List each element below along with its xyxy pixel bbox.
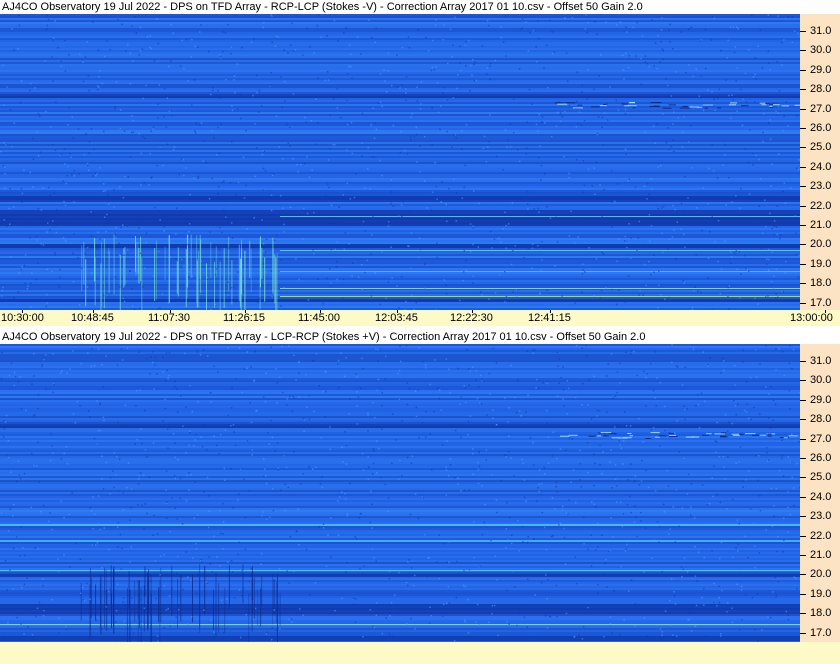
frequency-tick bbox=[800, 283, 806, 285]
frequency-tick bbox=[800, 147, 806, 149]
frequency-tick bbox=[800, 89, 806, 91]
frequency-tick bbox=[800, 458, 806, 459]
frequency-label: 22.0 bbox=[810, 199, 832, 212]
frequency-tick bbox=[800, 632, 806, 634]
spectrogram-texture bbox=[0, 344, 800, 642]
time-label: 12:03:45 bbox=[375, 312, 418, 324]
time-axis bbox=[0, 642, 840, 664]
frequency-tick bbox=[800, 477, 806, 479]
frequency-label: 17.0 bbox=[810, 626, 832, 639]
frequency-label: 28.0 bbox=[810, 413, 832, 426]
time-label: 11:45:00 bbox=[298, 312, 341, 324]
frequency-label: 30.0 bbox=[810, 44, 832, 57]
frequency-tick bbox=[800, 31, 806, 32]
spectrogram-image[interactable] bbox=[0, 344, 800, 642]
frequency-tick bbox=[800, 302, 806, 304]
frequency-tick bbox=[800, 574, 806, 576]
panel-title: AJ4CO Observatory 19 Jul 2022 - DPS on T… bbox=[0, 330, 840, 344]
frequency-tick bbox=[800, 496, 806, 498]
frequency-label: 20.0 bbox=[810, 568, 832, 581]
frequency-tick bbox=[800, 225, 806, 226]
frequency-label: 21.0 bbox=[810, 549, 832, 561]
frequency-label: 25.0 bbox=[810, 141, 832, 154]
frequency-tick bbox=[800, 419, 806, 421]
frequency-tick bbox=[800, 555, 806, 556]
panel-title: AJ4CO Observatory 19 Jul 2022 - DPS on T… bbox=[0, 0, 840, 14]
frequency-label: 26.0 bbox=[810, 122, 832, 134]
frequency-tick bbox=[800, 535, 806, 537]
frequency-label: 26.0 bbox=[810, 452, 832, 464]
frequency-label: 23.0 bbox=[810, 180, 832, 193]
time-label: 11:26:15 bbox=[223, 312, 266, 324]
frequency-label: 23.0 bbox=[810, 510, 832, 523]
frequency-tick bbox=[800, 108, 806, 110]
time-label: 10:48:45 bbox=[71, 312, 114, 324]
frequency-label: 25.0 bbox=[810, 471, 832, 484]
frequency-tick bbox=[800, 593, 806, 595]
time-axis: 10:30:00 10:48:45 11:07:30 11:26:15 11:45:00… bbox=[0, 310, 840, 326]
spectrogram-panel-bottom: AJ4CO Observatory 19 Jul 2022 - DPS on T… bbox=[0, 330, 840, 664]
frequency-tick bbox=[800, 128, 806, 129]
frequency-tick bbox=[800, 244, 806, 246]
frequency-axis: 31.0 30.0 29.0 28.0 27.0 26.0 25.0 24.0 23.0 22.0… bbox=[800, 14, 840, 310]
frequency-label: 18.0 bbox=[810, 607, 832, 620]
frequency-tick bbox=[800, 69, 806, 71]
frequency-tick bbox=[800, 186, 806, 188]
spectrogram-panel-top: AJ4CO Observatory 19 Jul 2022 - DPS on T… bbox=[0, 0, 840, 330]
frequency-label: 21.0 bbox=[810, 219, 832, 231]
frequency-label: 28.0 bbox=[810, 83, 832, 96]
frequency-label: 27.0 bbox=[810, 102, 832, 115]
spectrogram-image[interactable] bbox=[0, 14, 800, 310]
frequency-tick bbox=[800, 263, 806, 265]
frequency-label: 17.0 bbox=[810, 296, 832, 309]
frequency-label: 22.0 bbox=[810, 529, 832, 542]
frequency-label: 19.0 bbox=[810, 257, 832, 270]
frequency-label: 24.0 bbox=[810, 160, 832, 173]
frequency-label: 18.0 bbox=[810, 277, 832, 290]
spectrogram-texture bbox=[0, 14, 800, 310]
frequency-tick bbox=[800, 205, 806, 207]
frequency-tick bbox=[800, 50, 806, 52]
frequency-label: 30.0 bbox=[810, 374, 832, 387]
frequency-tick bbox=[800, 399, 806, 401]
frequency-tick bbox=[800, 438, 806, 440]
time-label: 12:22:30 bbox=[450, 312, 493, 324]
time-label: 11:07:30 bbox=[148, 312, 191, 324]
frequency-tick bbox=[800, 380, 806, 382]
frequency-label: 29.0 bbox=[810, 63, 832, 76]
frequency-tick bbox=[800, 516, 806, 518]
frequency-tick bbox=[800, 613, 806, 615]
frequency-label: 24.0 bbox=[810, 490, 832, 503]
frequency-label: 29.0 bbox=[810, 393, 832, 406]
frequency-label: 19.0 bbox=[810, 587, 832, 600]
frequency-tick bbox=[800, 361, 806, 362]
frequency-axis: 31.0 30.0 29.0 28.0 27.0 26.0 25.0 24.0 23.0 22.0… bbox=[800, 344, 840, 642]
frequency-label: 31.0 bbox=[810, 355, 832, 367]
frequency-label: 27.0 bbox=[810, 432, 832, 445]
time-label: 13:00:00 bbox=[790, 312, 833, 324]
time-label: 12:41:15 bbox=[528, 312, 571, 324]
time-label: 10:30:00 bbox=[1, 312, 44, 324]
frequency-label: 31.0 bbox=[810, 25, 832, 37]
frequency-label: 20.0 bbox=[810, 238, 832, 251]
frequency-tick bbox=[800, 166, 806, 168]
